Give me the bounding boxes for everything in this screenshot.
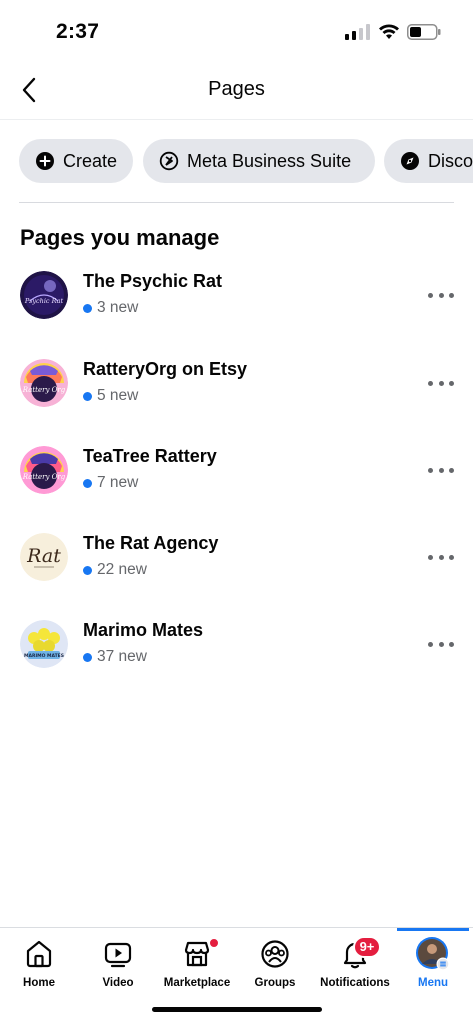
page-new-count-text: 37 new	[97, 648, 147, 665]
cellular-signal-icon	[345, 24, 370, 40]
page-new-count: 22 new	[83, 561, 147, 579]
more-options-button[interactable]	[428, 634, 454, 654]
page-name: TeaTree Rattery	[83, 446, 217, 466]
page-avatar: Rattery Org	[20, 359, 68, 407]
section-title: Pages you manage	[20, 225, 220, 250]
svg-text:MARIMO MATES: MARIMO MATES	[24, 653, 64, 659]
status-bar: 2:37	[0, 0, 473, 62]
page-name: Marimo Mates	[83, 620, 204, 640]
svg-text:Rattery Org: Rattery Org	[22, 473, 66, 481]
unread-dot	[83, 391, 92, 401]
page-avatar: Rat	[20, 533, 68, 581]
page-row-marimo-mates[interactable]: MARIMO MATES Marimo Mates 37 new	[0, 620, 473, 690]
page-name: RatteryOrg on Etsy	[83, 359, 248, 379]
home-icon	[26, 940, 52, 968]
discover-chip[interactable]: Disco	[384, 139, 473, 183]
svg-text:Rattery Org: Rattery Org	[22, 386, 66, 394]
divider	[19, 202, 454, 203]
nav-menu-label: Menu	[417, 977, 449, 989]
page-new-count: 5 new	[83, 387, 138, 405]
notifications-badge: 9+	[353, 936, 381, 958]
page-new-count-text: 22 new	[97, 561, 147, 578]
shortcut-chips: Create Meta Business Suite Disco	[0, 139, 473, 185]
create-chip[interactable]: Create	[19, 139, 133, 183]
more-options-button[interactable]	[428, 373, 454, 393]
meta-business-suite-chip[interactable]: Meta Business Suite	[143, 139, 375, 183]
video-icon	[104, 942, 132, 968]
nav-notifications-label: Notifications	[320, 977, 390, 989]
page-title: Pages	[208, 78, 265, 100]
battery-icon	[407, 24, 441, 40]
page-new-count: 3 new	[83, 299, 138, 317]
unread-dot	[83, 303, 92, 313]
page-new-count-text: 7 new	[97, 474, 139, 491]
page-row-teatree-rattery[interactable]: Rattery Org TeaTree Rattery 7 new	[0, 446, 473, 516]
page-avatar: MARIMO MATES	[20, 620, 68, 668]
header: Pages	[0, 62, 473, 120]
unread-dot	[83, 565, 92, 575]
nav-home-label: Home	[23, 977, 55, 989]
nav-home[interactable]: Home	[0, 928, 78, 1000]
svg-text:Rat: Rat	[26, 545, 61, 567]
marketplace-notification-dot	[208, 937, 220, 949]
nav-marketplace-label: Marketplace	[163, 977, 231, 989]
plus-circle-icon	[36, 152, 54, 170]
page-new-count: 7 new	[83, 474, 138, 492]
discover-chip-label: Disco	[428, 150, 473, 171]
svg-text:Psychic Rat: Psychic Rat	[24, 297, 64, 305]
meta-business-suite-chip-label: Meta Business Suite	[187, 150, 352, 171]
page-new-count-text: 5 new	[97, 387, 139, 404]
meta-business-suite-icon	[159, 151, 179, 171]
status-time: 2:37	[56, 20, 100, 43]
create-chip-label: Create	[63, 150, 118, 171]
page-avatar: Psychic Rat	[20, 271, 68, 319]
nav-video-label: Video	[102, 977, 134, 989]
nav-menu[interactable]: Menu	[396, 928, 470, 1000]
page-avatar: Rattery Org	[20, 446, 68, 494]
page-new-count: 37 new	[83, 648, 147, 666]
wifi-icon	[379, 24, 399, 39]
page-row-ratteryorg-on-etsy[interactable]: Rattery Org RatteryOrg on Etsy 5 new	[0, 359, 473, 429]
home-indicator	[152, 1007, 322, 1012]
nav-groups-label: Groups	[254, 977, 296, 989]
nav-groups[interactable]: Groups	[236, 928, 314, 1000]
unread-dot	[83, 478, 92, 488]
groups-icon	[261, 940, 289, 968]
page-name: The Rat Agency	[83, 533, 219, 553]
nav-marketplace[interactable]: Marketplace	[158, 928, 236, 1000]
more-options-button[interactable]	[428, 285, 454, 305]
compass-icon	[401, 152, 419, 170]
page-row-the-rat-agency[interactable]: Rat The Rat Agency 22 new	[0, 533, 473, 603]
more-options-button[interactable]	[428, 460, 454, 480]
unread-dot	[83, 652, 92, 662]
page-row-the-psychic-rat[interactable]: Psychic Rat The Psychic Rat 3 new	[0, 271, 473, 341]
page-name: The Psychic Rat	[83, 271, 223, 291]
nav-video[interactable]: Video	[78, 928, 158, 1000]
profile-avatar-icon	[416, 937, 450, 971]
more-options-button[interactable]	[428, 547, 454, 567]
page-new-count-text: 3 new	[97, 299, 139, 316]
